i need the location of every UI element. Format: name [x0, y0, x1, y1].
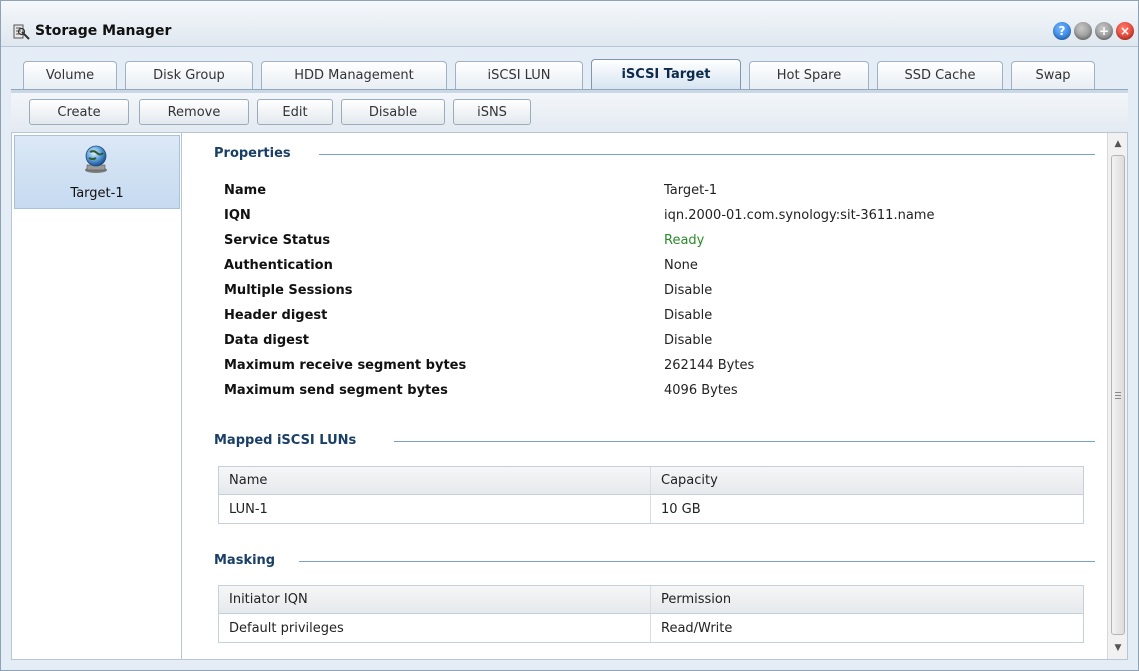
prop-value-service-status: Ready	[664, 233, 705, 248]
close-icon[interactable]: ×	[1116, 22, 1134, 40]
prop-label-multiple-sessions: Multiple Sessions	[224, 283, 353, 298]
properties-rule	[319, 154, 1095, 155]
column-header-initiator-iqn[interactable]: Initiator IQN	[219, 586, 651, 613]
column-header-permission[interactable]: Permission	[651, 586, 1083, 613]
maximize-icon[interactable]: +	[1095, 22, 1113, 40]
column-header-capacity[interactable]: Capacity	[651, 467, 1083, 494]
prop-label-max-receive: Maximum receive segment bytes	[224, 358, 467, 373]
table-header: Name Capacity	[219, 467, 1083, 495]
window-controls: ? + ×	[1053, 22, 1134, 40]
scrollbar-thumb[interactable]	[1111, 155, 1125, 635]
prop-value-max-receive: 262144 Bytes	[664, 358, 755, 373]
target-label: Target-1	[70, 186, 124, 201]
prop-value-multiple-sessions: Disable	[664, 283, 713, 298]
tab-swap[interactable]: Swap	[1011, 61, 1095, 89]
edit-button[interactable]: Edit	[257, 99, 333, 125]
tab-strip: Volume Disk Group HDD Management iSCSI L…	[23, 59, 1095, 89]
prop-value-name: Target-1	[664, 183, 718, 198]
prop-value-header-digest: Disable	[664, 308, 713, 323]
target-details: Properties Name Target-1 IQN iqn.2000-01…	[184, 133, 1105, 659]
prop-label-name: Name	[224, 183, 267, 198]
column-header-name[interactable]: Name	[219, 467, 651, 494]
tab-iscsi-target[interactable]: iSCSI Target	[591, 59, 741, 89]
globe-icon	[85, 145, 107, 173]
remove-button[interactable]: Remove	[139, 99, 249, 125]
table-row[interactable]: Default privileges Read/Write	[219, 614, 1083, 642]
scrollbar-grip-icon	[1115, 392, 1121, 399]
mapped-luns-section-title: Mapped iSCSI LUNs	[214, 433, 357, 448]
masking-table: Initiator IQN Permission Default privile…	[218, 585, 1084, 643]
prop-label-data-digest: Data digest	[224, 333, 309, 348]
tab-iscsi-lun[interactable]: iSCSI LUN	[455, 61, 583, 89]
mapped-luns-rule	[394, 441, 1095, 442]
create-button[interactable]: Create	[29, 99, 129, 125]
prop-value-max-send: 4096 Bytes	[664, 383, 738, 398]
content-area: Target-1 Properties Name Target-1 IQN iq…	[11, 133, 1128, 660]
scroll-down-icon[interactable]: ▼	[1108, 639, 1128, 657]
tab-hdd-management[interactable]: HDD Management	[261, 61, 447, 89]
window-title: Storage Manager	[35, 23, 172, 39]
storage-manager-window: Storage Manager ? + × Volume Disk Group …	[0, 0, 1139, 671]
prop-label-service-status: Service Status	[224, 233, 331, 248]
tab-disk-group[interactable]: Disk Group	[125, 61, 253, 89]
vertical-scrollbar[interactable]: ▲ ▼	[1107, 133, 1127, 659]
properties-section-title: Properties	[214, 146, 291, 161]
lun-capacity-cell: 10 GB	[661, 501, 701, 517]
isns-button[interactable]: iSNS	[453, 99, 531, 125]
prop-value-authentication: None	[664, 258, 698, 273]
prop-label-iqn: IQN	[224, 208, 251, 223]
mapped-luns-table: Name Capacity LUN-1 10 GB	[218, 466, 1084, 524]
lun-name-cell: LUN-1	[219, 495, 651, 523]
permission-cell: Read/Write	[661, 620, 733, 636]
tab-ssd-cache[interactable]: SSD Cache	[877, 61, 1003, 89]
target-list: Target-1	[12, 133, 182, 659]
target-list-item[interactable]: Target-1	[14, 135, 180, 209]
scroll-up-icon[interactable]: ▲	[1108, 135, 1128, 153]
toolbar: Create Remove Edit Disable iSNS	[11, 93, 1128, 133]
prop-value-iqn: iqn.2000-01.com.synology:sit-3611.name	[664, 208, 935, 223]
masking-rule	[299, 561, 1095, 562]
help-icon[interactable]: ?	[1053, 22, 1071, 40]
table-row[interactable]: LUN-1 10 GB	[219, 495, 1083, 523]
title-bar[interactable]: Storage Manager ? + ×	[1, 1, 1138, 47]
tab-hot-spare[interactable]: Hot Spare	[749, 61, 869, 89]
initiator-iqn-cell: Default privileges	[219, 614, 651, 642]
minimize-icon[interactable]	[1074, 22, 1092, 40]
prop-value-data-digest: Disable	[664, 333, 713, 348]
prop-label-authentication: Authentication	[224, 258, 333, 273]
tab-volume[interactable]: Volume	[23, 61, 117, 89]
table-header: Initiator IQN Permission	[219, 586, 1083, 614]
storage-manager-icon	[13, 24, 30, 40]
masking-section-title: Masking	[214, 553, 276, 568]
disable-button[interactable]: Disable	[341, 99, 445, 125]
prop-label-max-send: Maximum send segment bytes	[224, 383, 448, 398]
prop-label-header-digest: Header digest	[224, 308, 328, 323]
